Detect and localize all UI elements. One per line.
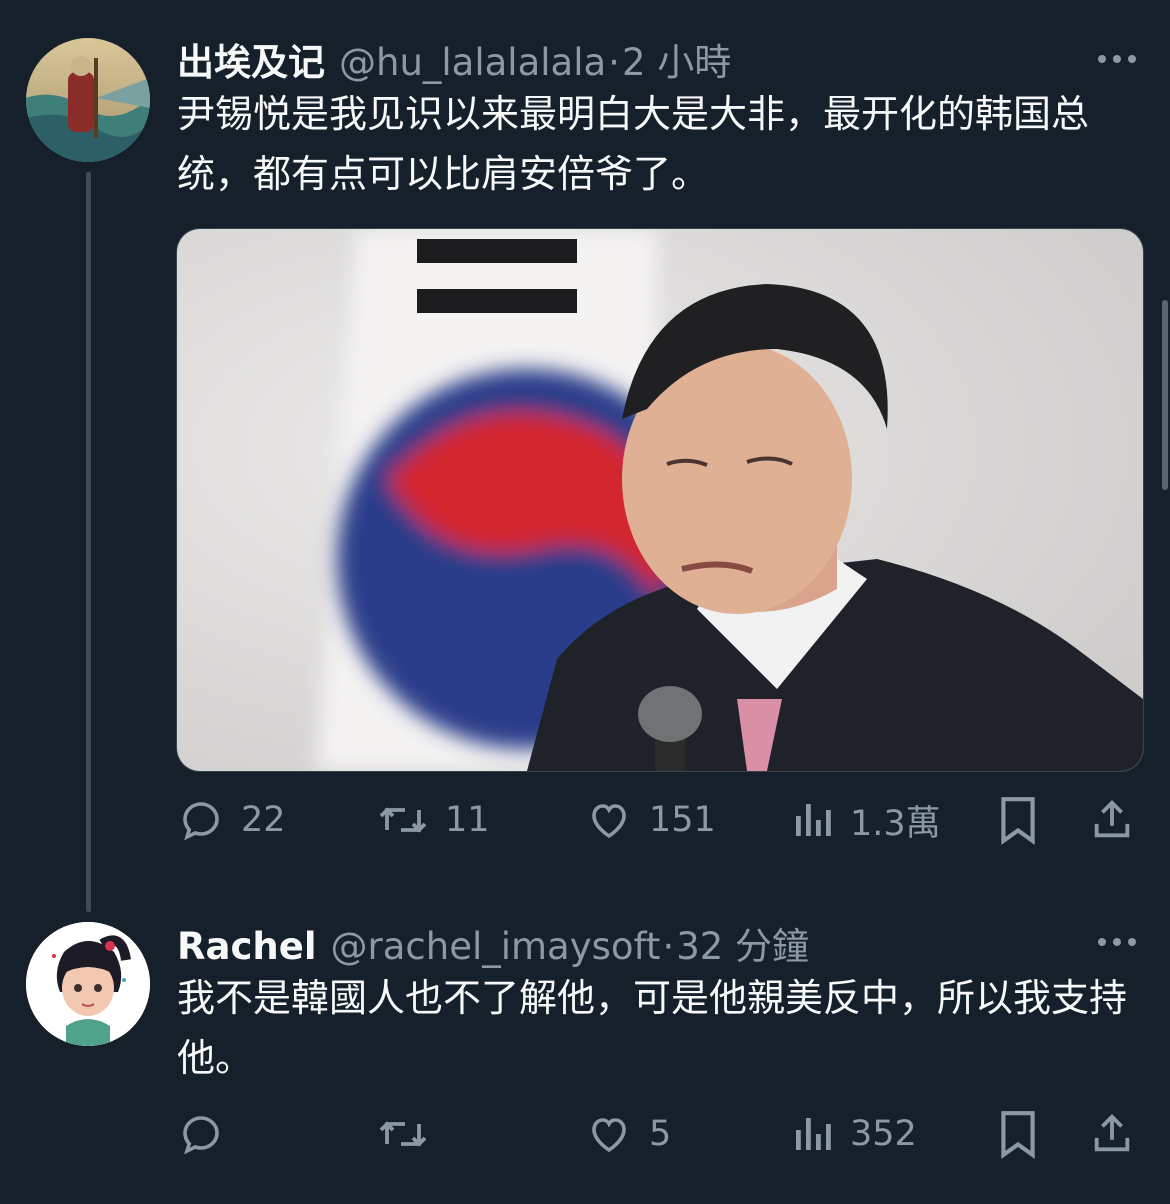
share-button[interactable] — [1089, 790, 1135, 850]
tweet-header: 出埃及记 @hu_lalalalala · 2 小時 — [177, 32, 731, 86]
thread-connector-line — [86, 172, 91, 912]
timestamp[interactable]: 32 分鐘 — [676, 916, 809, 970]
retweet-icon — [377, 796, 429, 844]
like-count: 5 — [649, 1114, 672, 1154]
views-button[interactable]: 1.3萬 — [792, 790, 941, 850]
reply-icon — [177, 1110, 225, 1158]
views-icon — [792, 1110, 834, 1158]
retweet-button[interactable]: 11 — [377, 790, 490, 850]
bookmark-icon — [997, 795, 1039, 845]
avatar[interactable] — [26, 38, 150, 162]
display-name[interactable]: Rachel — [177, 925, 317, 968]
user-handle[interactable]: @hu_lalalalala — [339, 41, 606, 84]
retweet-icon — [377, 1110, 429, 1158]
share-button[interactable] — [1089, 1104, 1135, 1164]
more-icon[interactable] — [1098, 938, 1136, 946]
timestamp[interactable]: 2 小時 — [622, 32, 731, 86]
like-icon — [585, 1110, 633, 1158]
tweet-text: 尹锡悦是我见识以来最明白大是大非，最开化的韩国总统，都有点可以比肩安倍爷了。 — [177, 92, 1090, 196]
views-count: 352 — [850, 1114, 917, 1154]
bookmark-button[interactable] — [997, 790, 1039, 850]
views-count: 1.3萬 — [850, 803, 941, 844]
share-icon — [1089, 796, 1135, 844]
views-icon — [792, 796, 834, 844]
retweet-button[interactable] — [377, 1104, 445, 1164]
tweet-header: Rachel @rachel_imaysoft · 32 分鐘 — [177, 916, 809, 970]
bookmark-button[interactable] — [997, 1104, 1039, 1164]
bookmark-icon — [997, 1109, 1039, 1159]
views-button[interactable]: 352 — [792, 1104, 917, 1164]
like-button[interactable]: 151 — [585, 790, 716, 850]
user-handle[interactable]: @rachel_imaysoft — [331, 925, 661, 968]
separator-dot: · — [608, 41, 620, 84]
scrollbar[interactable] — [1162, 300, 1168, 490]
like-count: 151 — [649, 800, 716, 840]
tweet-actions: 5 352 — [177, 1104, 1142, 1164]
separator-dot: · — [662, 925, 675, 968]
share-icon — [1089, 1110, 1135, 1158]
more-icon[interactable] — [1098, 55, 1136, 63]
reply-button[interactable] — [177, 1104, 241, 1164]
tweet-text: 我不是韓國人也不了解他，可是他親美反中，所以我支持他。 — [177, 976, 1128, 1080]
tweet-actions: 22 11 151 1.3萬 — [177, 790, 1142, 850]
like-button[interactable]: 5 — [585, 1104, 671, 1164]
avatar[interactable] — [26, 922, 150, 1046]
reply-icon — [177, 796, 225, 844]
reply-button[interactable]: 22 — [177, 790, 286, 850]
display-name[interactable]: 出埃及记 — [177, 32, 325, 86]
reply-count: 22 — [241, 800, 286, 840]
retweet-count: 11 — [445, 800, 490, 840]
tweet-media-image[interactable] — [176, 228, 1144, 772]
like-icon — [585, 796, 633, 844]
